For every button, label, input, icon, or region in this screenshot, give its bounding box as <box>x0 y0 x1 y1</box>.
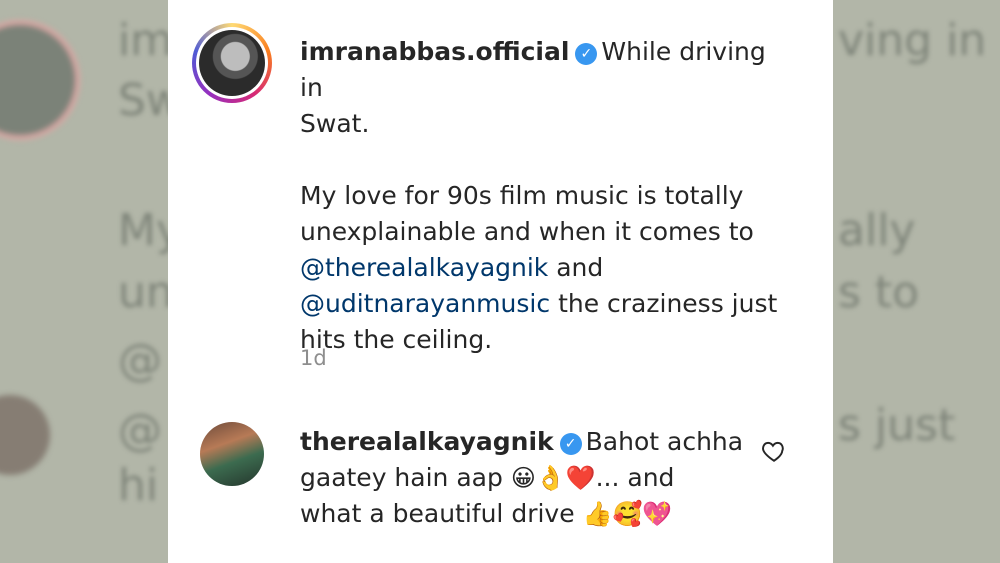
verified-badge-icon: ✓ <box>559 433 582 455</box>
background-text: ally <box>838 205 916 256</box>
mention-link[interactable]: @therealalkayagnik <box>300 253 548 282</box>
emoji-group: 😀👌❤️ <box>510 464 596 492</box>
comment-text: what a beautiful drive <box>300 499 575 528</box>
background-avatar-2 <box>0 395 50 475</box>
caption-text: unexplainable and when it comes to <box>300 217 754 246</box>
post-caption: imranabbas.official ✓ While driving in Swa… <box>300 34 780 358</box>
background-text: un <box>118 267 174 318</box>
background-text: ving in <box>838 15 987 66</box>
comment-author-avatar[interactable] <box>200 422 264 486</box>
background-text: im <box>118 15 174 66</box>
background-text: s to <box>838 267 920 318</box>
caption-text: My love for 90s film music is totally <box>300 181 744 210</box>
verified-badge-icon: ✓ <box>575 43 598 65</box>
post-username[interactable]: imranabbas.official <box>300 37 569 66</box>
caption-text: and <box>556 253 604 282</box>
emoji-group: 👍🥰💖 <box>582 500 673 528</box>
comment-text: ... and <box>595 463 675 492</box>
background-avatar <box>0 20 80 140</box>
background-text: @ <box>118 405 162 456</box>
comment-username[interactable]: therealalkayagnik <box>300 427 554 456</box>
caption-text: the craziness just <box>558 289 778 318</box>
comment-text: gaatey hain aap <box>300 463 503 492</box>
background-text: @ <box>118 335 162 386</box>
background-text: hi <box>118 460 159 511</box>
caption-text: Swat. <box>300 109 370 138</box>
comment-text: Bahot achha <box>585 427 744 456</box>
mention-link[interactable]: @uditnarayanmusic <box>300 289 550 318</box>
comment-body: therealalkayagnik ✓ Bahot achha gaatey hai… <box>300 424 750 532</box>
avatar-photo <box>199 30 265 96</box>
avatar-border <box>196 27 268 99</box>
heart-outline-icon-svg <box>762 441 784 462</box>
post-timestamp[interactable]: 1d <box>300 346 327 370</box>
caption-text: hits the ceiling. <box>300 325 493 354</box>
heart-outline-icon[interactable] <box>760 438 788 466</box>
background-text: s just <box>838 400 956 451</box>
post-author-avatar[interactable] <box>192 23 272 103</box>
